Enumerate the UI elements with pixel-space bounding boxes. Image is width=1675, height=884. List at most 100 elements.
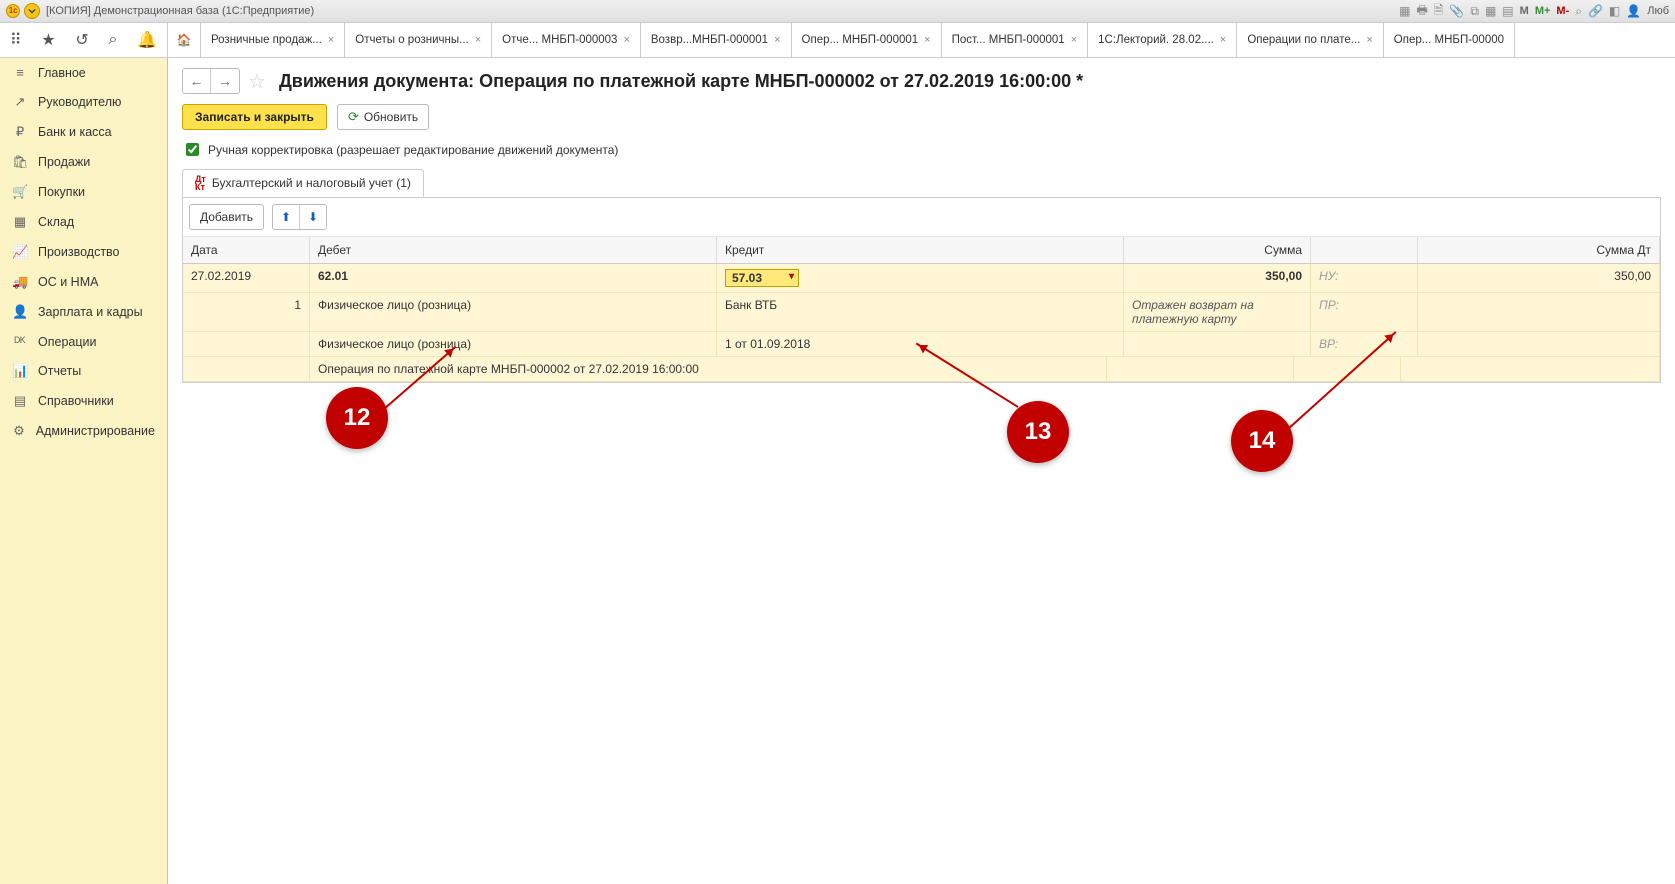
col-credit[interactable]: Кредит — [717, 237, 1124, 263]
gear-icon: ⚙ — [12, 423, 26, 439]
compare-icon[interactable]: ⧉ — [1470, 4, 1479, 19]
tab-label: Пост... МНБП-000001 — [952, 34, 1065, 46]
credit-highlight[interactable]: 57.03 — [725, 269, 799, 287]
sidebar-item-reports[interactable]: 📊Отчеты — [0, 356, 167, 386]
tab-label: Отче... МНБП-000003 — [502, 34, 617, 46]
grid-row[interactable]: 1 Физическое лицо (розница) Банк ВТБ Отр… — [183, 293, 1660, 332]
tab-close-icon[interactable]: × — [328, 34, 334, 46]
doc-icon[interactable]: 🗎 — [1434, 1, 1444, 22]
sidebar-item-bank[interactable]: ₽Банк и касса — [0, 117, 167, 147]
panel-icon[interactable]: ◧ — [1609, 4, 1620, 18]
nav-buttons: ← → — [182, 68, 240, 94]
col-date[interactable]: Дата — [183, 237, 310, 263]
apps-icon[interactable]: ⠿ — [10, 30, 22, 50]
sidebar-label: Отчеты — [38, 364, 81, 378]
dk-icon: ᴰᴷ — [12, 334, 28, 349]
tab-item[interactable]: 1С:Лекторий. 28.02....× — [1088, 23, 1237, 57]
sidebar-item-sales[interactable]: 🛍Продажи — [0, 147, 167, 177]
sidebar-item-catalogs[interactable]: ▤Справочники — [0, 386, 167, 416]
cell-empty — [1418, 293, 1660, 332]
bell-icon[interactable]: 🔔 — [137, 30, 157, 50]
clip-icon[interactable]: 📎 — [1449, 4, 1464, 18]
sidebar-item-assets[interactable]: 🚚ОС и НМА — [0, 267, 167, 297]
save-close-button[interactable]: Записать и закрыть — [182, 104, 327, 130]
tab-item[interactable]: Розничные продаж... × — [201, 23, 345, 57]
cell-deb-sub1[interactable]: Физическое лицо (розница) — [310, 293, 717, 332]
calc-icon[interactable]: ▤ — [1502, 4, 1513, 18]
grid-body: 27.02.2019 62.01 57.03 350,00 НУ: 350,00… — [183, 264, 1660, 382]
sidebar-item-salary[interactable]: 👤Зарплата и кадры — [0, 297, 167, 327]
sidebar-item-main[interactable]: ≡Главное — [0, 58, 167, 87]
sidebar-item-purchases[interactable]: 🛒Покупки — [0, 177, 167, 207]
move-row-buttons: ⬆ ⬇ — [272, 204, 327, 230]
tab-item[interactable]: Опер... МНБП-00000 — [1384, 23, 1515, 57]
move-down-button[interactable]: ⬇ — [300, 205, 326, 229]
cell-date[interactable]: 27.02.2019 — [183, 264, 310, 293]
manual-edit-checkbox[interactable] — [186, 143, 199, 156]
tab-item[interactable]: Возвр...МНБП-000001× — [641, 23, 792, 57]
nav-back-button[interactable]: ← — [183, 69, 211, 93]
calendar-icon[interactable]: ▦ — [1485, 4, 1496, 18]
tab-item[interactable]: Отче... МНБП-000003 × — [492, 23, 641, 57]
cell-empty — [1401, 357, 1660, 382]
memory-mminus[interactable]: M- — [1556, 5, 1569, 17]
sidebar-item-manager[interactable]: ↗Руководителю — [0, 87, 167, 117]
tab-item[interactable]: Отчеты о розничны...× — [345, 23, 492, 57]
tab-close-icon[interactable]: × — [924, 34, 930, 46]
cell-comment[interactable]: Отражен возврат на платежную карту — [1124, 293, 1311, 332]
cell-sum[interactable]: 350,00 — [1124, 264, 1311, 293]
panel-tab-accounting[interactable]: ДтКт Бухгалтерский и налоговый учет (1) — [182, 169, 424, 197]
tab-label: Розничные продаж... — [211, 34, 322, 46]
cell-empty — [1418, 332, 1660, 357]
tab-item[interactable]: Пост... МНБП-000001 × — [942, 23, 1089, 57]
user-icon[interactable]: 👤 — [1626, 4, 1641, 18]
cell-deb-sub2[interactable]: Физическое лицо (розница) — [310, 332, 717, 357]
tab-close-icon[interactable]: × — [623, 34, 629, 46]
annotation-marker-13: 13 — [1007, 401, 1069, 463]
sidebar-item-production[interactable]: 📈Производство — [0, 237, 167, 267]
star-icon[interactable]: ★ — [41, 30, 55, 50]
sidebar-label: ОС и НМА — [38, 275, 98, 289]
window-title: [КОПИЯ] Демонстрационная база (1С:Предпр… — [46, 5, 314, 17]
grid-row[interactable]: Операция по платежной карте МНБП-000002 … — [183, 357, 1660, 382]
sidebar-label: Продажи — [38, 155, 90, 169]
col-sum[interactable]: Сумма — [1124, 237, 1311, 263]
tab-close-icon[interactable]: × — [1220, 34, 1226, 46]
memory-m[interactable]: M — [1520, 5, 1529, 17]
cell-credit-acc[interactable]: 57.03 — [717, 264, 1124, 293]
cell-sumdt[interactable]: 350,00 — [1418, 264, 1660, 293]
nav-forward-button[interactable]: → — [211, 69, 239, 93]
refresh-button[interactable]: ⟳Обновить — [337, 104, 429, 130]
tab-home[interactable]: 🏠 — [168, 23, 201, 57]
sidebar-item-warehouse[interactable]: ▦Склад — [0, 207, 167, 237]
print-icon[interactable]: 🖶 — [1416, 1, 1427, 22]
history-icon[interactable]: ↺ — [75, 30, 88, 50]
move-up-button[interactable]: ⬆ — [273, 205, 300, 229]
tab-close-icon[interactable]: × — [475, 34, 481, 46]
tab-item[interactable]: Опер... МНБП-000001× — [792, 23, 942, 57]
app-menu-dropdown[interactable] — [24, 3, 40, 19]
tab-item[interactable]: Операции по плате...× — [1237, 23, 1383, 57]
link-icon[interactable]: 🔗 — [1588, 4, 1603, 18]
manual-edit-label: Ручная корректировка (разрешает редактир… — [208, 143, 618, 157]
search-icon[interactable]: ⌕ — [108, 31, 117, 49]
cell-cred-sub1[interactable]: Банк ВТБ — [717, 293, 1124, 332]
tab-close-icon[interactable]: × — [1071, 34, 1077, 46]
grid-row[interactable]: 27.02.2019 62.01 57.03 350,00 НУ: 350,00 — [183, 264, 1660, 293]
col-sumdt[interactable]: Сумма Дт — [1418, 237, 1660, 263]
col-debit[interactable]: Дебет — [310, 237, 717, 263]
sidebar-item-admin[interactable]: ⚙Администрирование — [0, 416, 167, 446]
search-icon[interactable]: ⌕ — [1575, 4, 1582, 19]
window-title-bar: 1c [КОПИЯ] Демонстрационная база (1С:Пре… — [0, 0, 1675, 23]
tab-close-icon[interactable]: × — [774, 34, 780, 46]
annotation-marker-12: 12 — [326, 387, 388, 449]
tab-close-icon[interactable]: × — [1366, 34, 1372, 46]
tool-icon[interactable]: ▦ — [1399, 4, 1410, 18]
cell-debit-acc[interactable]: 62.01 — [310, 264, 717, 293]
sidebar-item-operations[interactable]: ᴰᴷОперации — [0, 327, 167, 356]
favorite-star-icon[interactable]: ☆ — [248, 69, 266, 94]
add-row-button[interactable]: Добавить — [189, 204, 264, 230]
cell-empty — [183, 357, 310, 382]
memory-mplus[interactable]: M+ — [1535, 5, 1551, 17]
sidebar-label: Банк и касса — [38, 125, 112, 139]
